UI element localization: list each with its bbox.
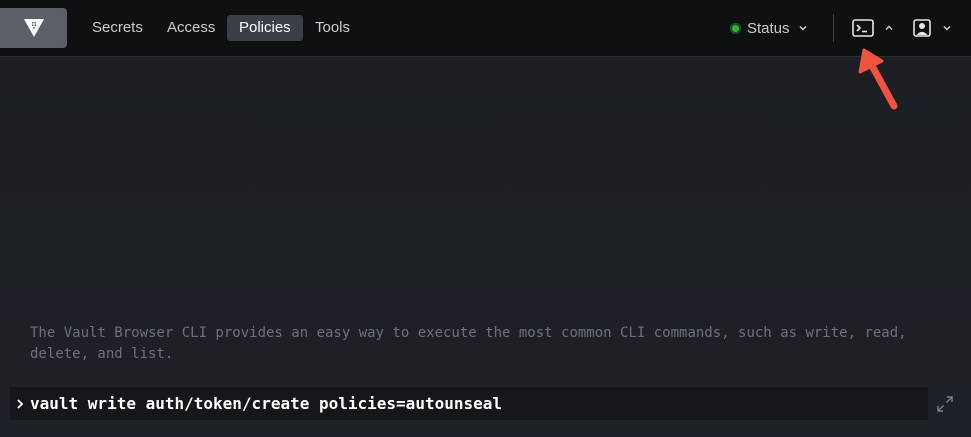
cli-help-text: The Vault Browser CLI provides an easy w…: [30, 325, 907, 362]
annotation-arrow-icon: [858, 48, 898, 110]
chevron-down-icon: [943, 25, 951, 31]
expand-icon[interactable]: [936, 395, 954, 413]
nav-secrets[interactable]: Secrets: [80, 15, 155, 41]
nav-divider: [833, 14, 834, 42]
console-toggle-button[interactable]: [852, 16, 894, 40]
chevron-up-icon: [885, 25, 893, 31]
chevron-down-icon: [799, 25, 807, 31]
nav-policies[interactable]: Policies: [227, 15, 303, 41]
cli-command-input[interactable]: [30, 387, 928, 420]
top-navbar: Secrets Access Policies Tools Status: [0, 0, 971, 57]
vault-ui-page: Secrets Access Policies Tools Status The…: [0, 0, 971, 437]
chevron-right-icon: [10, 398, 30, 410]
status-menu[interactable]: Status: [730, 18, 808, 38]
vault-logo-icon[interactable]: [0, 8, 67, 48]
user-menu-button[interactable]: [912, 16, 952, 40]
status-indicator: [730, 22, 741, 34]
nav-tools[interactable]: Tools: [303, 15, 362, 41]
nav-access[interactable]: Access: [155, 15, 227, 41]
cli-input-row: [10, 387, 928, 420]
status-label: Status: [747, 19, 790, 37]
user-icon: [913, 19, 931, 37]
terminal-icon: [852, 19, 874, 37]
